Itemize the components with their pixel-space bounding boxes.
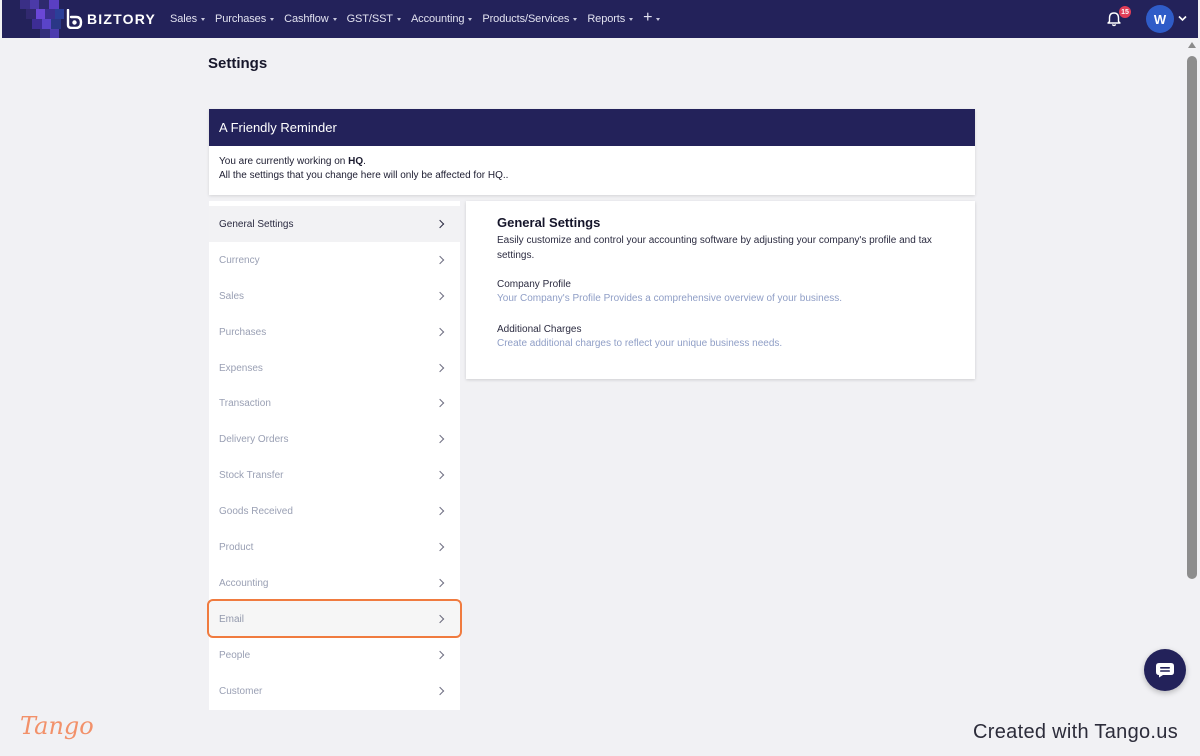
chevron-right-icon	[435, 291, 445, 301]
nav-label: Purchases	[215, 13, 267, 25]
settings-item-label: Purchases	[219, 326, 267, 338]
nav-label: Cashflow	[284, 13, 329, 25]
scrollbar-thumb[interactable]	[1187, 56, 1197, 579]
nav-products-services[interactable]: Products/Services	[482, 13, 578, 25]
chevron-right-icon	[435, 255, 445, 265]
settings-item-label: Transaction	[219, 397, 271, 409]
scroll-up-icon[interactable]	[1188, 42, 1196, 48]
settings-item-goods-received[interactable]: Goods Received	[209, 493, 460, 529]
chevron-right-icon	[435, 506, 445, 516]
settings-item-expenses[interactable]: Expenses	[209, 350, 460, 386]
settings-item-label: Accounting	[219, 577, 269, 589]
reminder-title: A Friendly Reminder	[209, 109, 975, 146]
nav-reports[interactable]: Reports	[587, 13, 634, 25]
chevron-right-icon	[435, 650, 445, 660]
reminder-body: You are currently working on HQ. All the…	[209, 146, 975, 192]
nav-accounting[interactable]: Accounting	[410, 13, 473, 25]
chevron-right-icon	[435, 542, 445, 552]
settings-item-label: Sales	[219, 290, 245, 302]
chevron-down-icon	[573, 18, 578, 21]
chevron-right-icon	[435, 398, 445, 408]
chevron-right-icon	[435, 434, 445, 444]
nav-gst-sst[interactable]: GST/SST	[347, 13, 401, 25]
settings-item-label: Delivery Orders	[219, 433, 289, 445]
settings-item-label: Expenses	[219, 362, 263, 374]
branch-name: HQ	[348, 156, 364, 167]
settings-item-general-settings[interactable]: General Settings	[209, 206, 460, 242]
chevron-down-icon	[332, 18, 337, 21]
notification-badge: 15	[1119, 6, 1131, 18]
page-title: Settings	[208, 55, 268, 72]
biztory-logo-icon	[66, 9, 83, 29]
additional-charges-description: Create additional charges to reflect you…	[497, 338, 783, 349]
settings-item-transaction[interactable]: Transaction	[209, 385, 460, 421]
chevron-right-icon	[435, 614, 445, 624]
settings-item-label: Currency	[219, 254, 260, 266]
chevron-right-icon	[435, 219, 445, 229]
settings-item-label: Stock Transfer	[219, 469, 284, 481]
general-settings-panel: General Settings Easily customize and co…	[466, 201, 975, 379]
reminder-text: You are currently working on	[219, 156, 349, 167]
settings-item-label: People	[219, 649, 251, 661]
chevron-down-icon	[201, 18, 206, 21]
nav-purchases[interactable]: Purchases	[215, 13, 275, 25]
settings-item-label: Email	[219, 613, 245, 625]
tango-logo: Tango	[20, 712, 94, 740]
user-avatar[interactable]: W	[1146, 5, 1174, 33]
chevron-down-icon	[270, 18, 275, 21]
nav-label: Sales	[170, 13, 198, 25]
chat-launcher-button[interactable]	[1144, 649, 1186, 691]
company-profile-description: Your Company's Profile Provides a compre…	[497, 293, 843, 304]
reminder-line-2: All the settings that you change here wi…	[219, 170, 509, 181]
company-profile-link[interactable]: Company Profile	[497, 279, 944, 290]
brand-name: BIZTORY	[87, 11, 157, 27]
settings-item-label: Product	[219, 541, 254, 553]
nav-cashflow[interactable]: Cashflow	[284, 13, 337, 25]
nav-label: Reports	[587, 13, 626, 25]
settings-item-stock-transfer[interactable]: Stock Transfer	[209, 457, 460, 493]
main-menu: Sales Purchases Cashflow GST/SST Account…	[170, 0, 670, 38]
brand-logo[interactable]: BIZTORY	[65, 9, 156, 29]
settings-item-label: General Settings	[219, 218, 294, 230]
chevron-down-icon	[656, 18, 661, 21]
settings-item-people[interactable]: People	[209, 637, 460, 673]
quick-add-menu[interactable]: +	[643, 9, 661, 26]
chevron-down-icon	[629, 18, 634, 21]
settings-item-sales[interactable]: Sales	[209, 278, 460, 314]
settings-item-label: Goods Received	[219, 505, 293, 517]
settings-item-customer[interactable]: Customer	[209, 673, 460, 709]
plus-icon: +	[643, 9, 653, 26]
chevron-right-icon	[435, 470, 445, 480]
nav-label: Accounting	[410, 13, 465, 25]
nav-sales[interactable]: Sales	[170, 13, 206, 25]
settings-item-label: Customer	[219, 685, 263, 697]
created-with-text: Created with Tango.us	[973, 721, 1178, 743]
panel-description: Easily customize and control your accoun…	[497, 235, 932, 261]
friendly-reminder-card: A Friendly Reminder You are currently wo…	[209, 109, 975, 195]
chevron-down-icon	[396, 18, 401, 21]
chevron-right-icon	[435, 578, 445, 588]
chevron-right-icon	[435, 686, 445, 696]
settings-item-email[interactable]: Email	[209, 601, 460, 637]
chat-icon	[1156, 663, 1174, 678]
chevron-down-icon	[468, 18, 473, 21]
chevron-down-icon[interactable]	[1178, 15, 1187, 22]
settings-item-purchases[interactable]: Purchases	[209, 314, 460, 350]
reminder-text: .	[363, 156, 366, 167]
settings-item-product[interactable]: Product	[209, 529, 460, 565]
panel-title: General Settings	[497, 215, 601, 230]
nav-label: GST/SST	[346, 13, 393, 25]
settings-item-currency[interactable]: Currency	[209, 242, 460, 278]
chevron-right-icon	[435, 363, 445, 373]
top-navbar: BIZTORY Sales Purchases Cashflow GST/SST…	[2, 0, 1198, 38]
chevron-right-icon	[435, 327, 445, 337]
nav-label: Products/Services	[482, 13, 570, 25]
settings-item-delivery-orders[interactable]: Delivery Orders	[209, 421, 460, 457]
reminder-line-1: You are currently working on HQ.	[219, 155, 965, 169]
settings-menu: General Settings Currency Sales Purchase…	[209, 201, 460, 711]
additional-charges-link[interactable]: Additional Charges	[497, 324, 944, 335]
settings-item-accounting[interactable]: Accounting	[209, 565, 460, 601]
